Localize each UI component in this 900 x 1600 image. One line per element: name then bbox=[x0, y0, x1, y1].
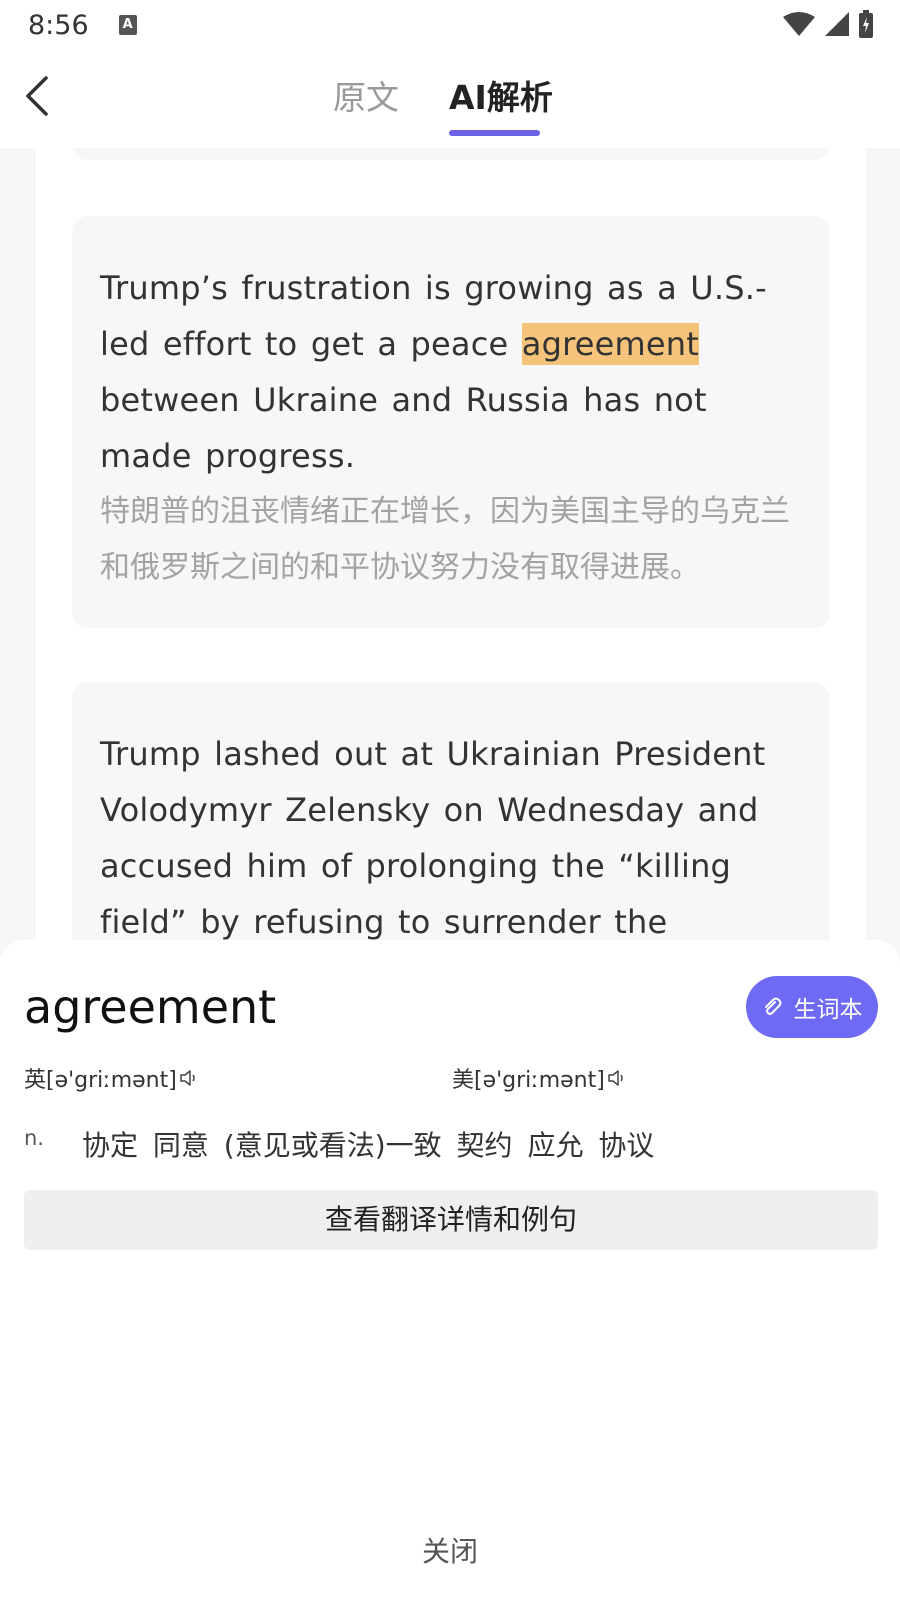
sentence-english: Trump’s frustration is growing as a U.S.… bbox=[100, 260, 802, 484]
status-time: 8:56 bbox=[28, 9, 89, 41]
screen: 8:56 A 原文 AI解析 Trump’s frustration is gr… bbox=[0, 0, 900, 1600]
uk-pronunciation[interactable]: 英[ə'griːmənt] bbox=[24, 1062, 199, 1094]
us-phonetic: 美[ə'griːmənt] bbox=[452, 1068, 605, 1093]
paperclip-icon bbox=[762, 996, 782, 1018]
translation-details-button[interactable]: 查看翻译详情和例句 bbox=[24, 1190, 878, 1250]
vocabulary-book-label: 生词本 bbox=[793, 997, 863, 1023]
sentence-card-previous bbox=[72, 148, 830, 160]
wifi-icon bbox=[782, 11, 816, 37]
header: 原文 AI解析 bbox=[0, 50, 900, 148]
tab-original[interactable]: 原文 bbox=[333, 76, 399, 120]
word-title: agreement bbox=[24, 980, 277, 1034]
battery-icon bbox=[858, 10, 874, 38]
close-button[interactable]: 关闭 bbox=[0, 1530, 900, 1570]
sentence-text: between Ukraine and Russia has not made … bbox=[100, 381, 707, 475]
status-bar: 8:56 A bbox=[0, 0, 900, 50]
signal-icon bbox=[824, 11, 850, 37]
dictionary-sheet: agreement 生词本 英[ə'griːmənt] 美[ə'griːmənt… bbox=[0, 940, 900, 1600]
sentence-english: Trump lashed out at Ukrainian President … bbox=[100, 735, 766, 941]
chevron-left-icon bbox=[26, 76, 48, 116]
speaker-icon bbox=[179, 1068, 199, 1088]
sentence-chinese: 特朗普的沮丧情绪正在增长，因为美国主导的乌克兰和俄罗斯之间的和平协议努力没有取得… bbox=[100, 494, 790, 585]
uk-phonetic: 英[ə'griːmənt] bbox=[24, 1068, 177, 1093]
article-content[interactable]: Trump’s frustration is growing as a U.S.… bbox=[36, 148, 866, 948]
status-icons bbox=[782, 10, 874, 38]
speaker-icon bbox=[607, 1068, 627, 1088]
tab-active-indicator bbox=[449, 130, 540, 136]
tab-ai-analysis[interactable]: AI解析 bbox=[449, 76, 553, 120]
definitions: 协定 同意 (意见或看法)一致 契约 应允 协议 bbox=[82, 1129, 655, 1162]
part-of-speech: n. bbox=[24, 1126, 44, 1150]
vocabulary-book-button[interactable]: 生词本 bbox=[746, 976, 878, 1038]
sentence-card[interactable]: Trump lashed out at Ukrainian President … bbox=[72, 682, 830, 948]
highlighted-word[interactable]: agreement bbox=[521, 323, 700, 365]
us-pronunciation[interactable]: 美[ə'griːmənt] bbox=[452, 1062, 627, 1094]
back-button[interactable] bbox=[22, 74, 62, 124]
notification-icon: A bbox=[118, 15, 137, 35]
sentence-card[interactable]: Trump’s frustration is growing as a U.S.… bbox=[72, 216, 830, 628]
